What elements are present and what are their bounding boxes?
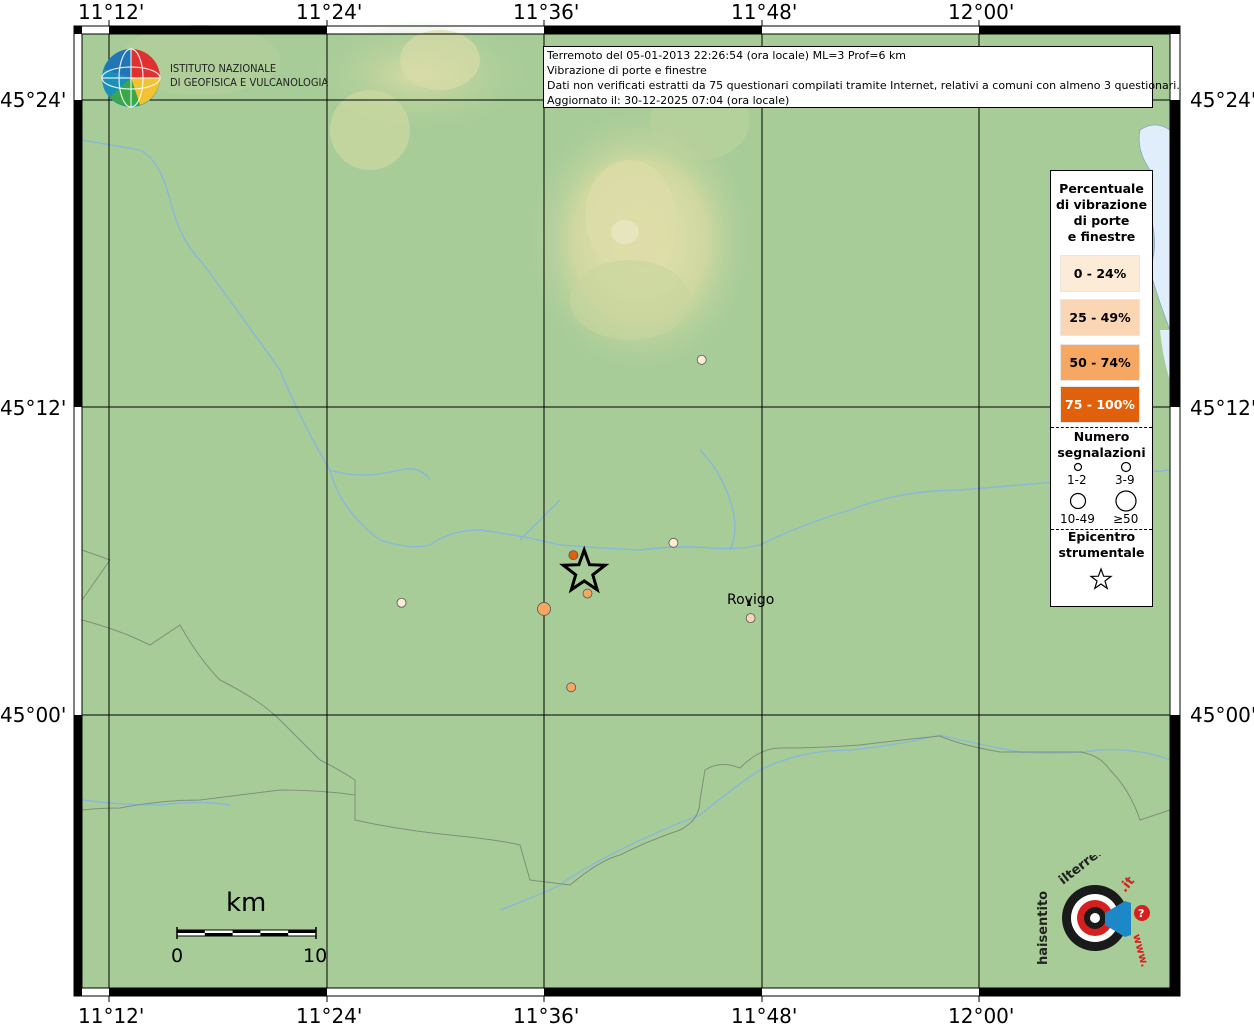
lat-tick-right-1: 45°24' [1190, 88, 1254, 112]
legend-count-1-2: 1-2 [1067, 473, 1087, 487]
ingv-logo-line2: DI GEOFISICA E VULCANOLOGIA [170, 76, 329, 89]
scalebar-title: km [226, 888, 267, 918]
ingv-globe-logo [101, 48, 161, 108]
lon-tick-top-2: 11°24' [296, 0, 363, 24]
legend-class-50-74: 50 - 74% [1060, 344, 1140, 381]
lon-tick-top-1: 11°12' [78, 0, 145, 24]
legend-class-0-24: 0 - 24% [1060, 255, 1140, 292]
lon-tick-bottom-5: 12°00' [948, 1004, 1015, 1028]
event-title: Terremoto del 05-01-2013 22:26:54 (ora l… [547, 49, 907, 62]
lat-tick-right-3: 45°00' [1190, 703, 1254, 727]
lon-tick-top-4: 11°48' [731, 0, 798, 24]
lon-tick-bottom-2: 11°24' [296, 1004, 363, 1028]
observation-point-8[interactable] [745, 613, 756, 624]
lon-tick-bottom-3: 11°36' [513, 1004, 580, 1028]
observation-point-7[interactable] [566, 682, 577, 693]
legend-title-line3: di porte [1073, 213, 1130, 228]
event-updated: Aggiornato il: 30-12-2025 07:04 (ora loc… [547, 94, 790, 107]
event-info-box: Terremoto del 05-01-2013 22:26:54 (ora l… [543, 46, 1180, 108]
observation-point-6[interactable] [582, 588, 593, 599]
legend-count-title-line1: Numero [1073, 429, 1130, 444]
haisentito-logo: ? haisentito ilterremoto .it www. [1036, 855, 1151, 969]
legend-divider [1051, 427, 1152, 428]
lon-tick-top-3: 11°36' [513, 0, 580, 24]
observation-point-1[interactable] [696, 354, 707, 365]
svg-text:.it: .it [1117, 874, 1139, 896]
svg-text:haisentito: haisentito [1036, 891, 1051, 965]
svg-text:?: ? [1138, 907, 1144, 920]
event-data-note: Dati non verificati estratti da 75 quest… [547, 79, 1180, 92]
legend-class-25-49: 25 - 49% [1060, 299, 1140, 336]
legend-count-10-49: 10-49 [1060, 512, 1095, 526]
observation-point-5[interactable] [568, 550, 579, 560]
lat-tick-right-2: 45°12' [1190, 396, 1254, 420]
legend-title-line1: Percentuale [1059, 181, 1144, 196]
observation-point-2[interactable] [668, 537, 679, 548]
scalebar [176, 927, 317, 939]
legend-epicenter-title-line1: Epicentro [1067, 529, 1136, 544]
observation-point-3[interactable] [396, 597, 407, 608]
observation-point-4[interactable] [537, 602, 551, 616]
lat-tick-left-3: 45°00' [0, 703, 67, 727]
legend-panel: Percentuale di vibrazione di porte e fin… [1050, 170, 1153, 607]
ingv-logo-text: ISTITUTO NAZIONALE DI GEOFISICA E VULCAN… [170, 62, 328, 90]
lat-tick-left-1: 45°24' [0, 88, 67, 112]
scalebar-start: 0 [171, 945, 184, 967]
legend-title-line4: e finestre [1067, 229, 1136, 244]
scalebar-end: 10 [303, 945, 328, 967]
city-label-rovigo: Rovigo [727, 592, 775, 608]
legend-title-line2: di vibrazione [1055, 197, 1148, 212]
legend-class-75-100: 75 - 100% [1060, 386, 1140, 423]
legend-count-3-9: 3-9 [1115, 473, 1135, 487]
ingv-logo-line1: ISTITUTO NAZIONALE [170, 62, 277, 75]
lat-tick-left-2: 45°12' [0, 396, 67, 420]
legend-epicenter-title-line2: strumentale [1058, 545, 1145, 560]
lon-tick-top-5: 12°00' [948, 0, 1015, 24]
legend-count-50-plus: ≥50 [1113, 512, 1139, 526]
event-subtitle: Vibrazione di porte e finestre [547, 64, 707, 77]
legend-star-icon [1089, 567, 1113, 590]
lon-tick-bottom-4: 11°48' [731, 1004, 798, 1028]
svg-text:www.: www. [1130, 932, 1151, 968]
lon-tick-bottom-1: 11°12' [78, 1004, 145, 1028]
